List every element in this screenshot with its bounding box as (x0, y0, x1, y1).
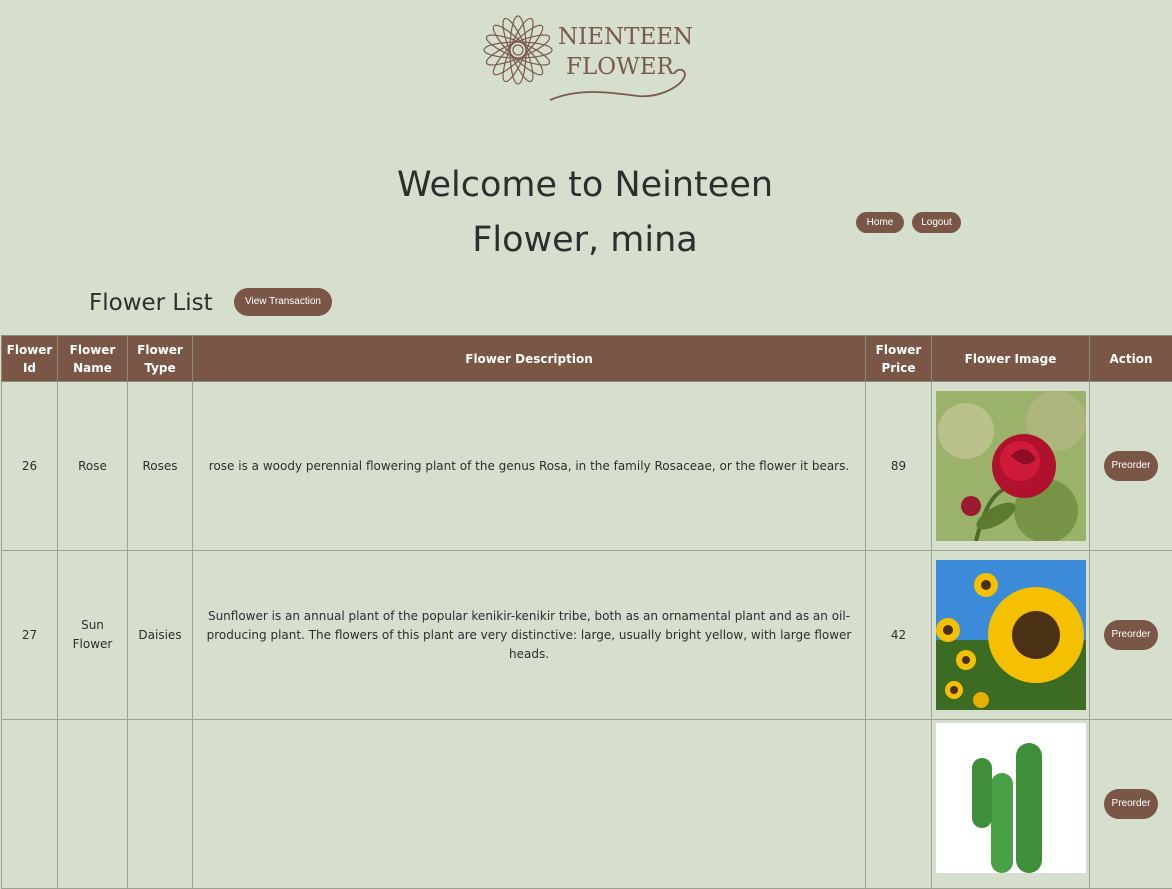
table-row: 26 Rose Roses rose is a woody perennial … (2, 382, 1172, 551)
flower-table: Flower Id Flower Name Flower Type Flower… (1, 335, 1172, 889)
cell-image (932, 382, 1090, 551)
flower-list-title: Flower List (89, 290, 213, 316)
header-flower-id: Flower Id (2, 336, 58, 382)
cell-name: Rose (58, 382, 128, 551)
cell-action: Preorder (1090, 382, 1172, 551)
header-flower-type: Flower Type (128, 336, 193, 382)
cactus-image (936, 723, 1086, 873)
logout-button[interactable]: Logout (912, 212, 961, 233)
brand-line1: NIENTEEN (558, 26, 693, 49)
cell-price: 42 (866, 551, 932, 720)
cell-id: 27 (2, 551, 58, 720)
header-flower-name: Flower Name (58, 336, 128, 382)
cell-name: Sun Flower (58, 551, 128, 720)
cell-type: Roses (128, 382, 193, 551)
preorder-button[interactable]: Preorder (1104, 620, 1158, 650)
cell-type: Daisies (128, 551, 193, 720)
header-flower-price: Flower Price (866, 336, 932, 382)
table-row: 27 Sun Flower Daisies Sunflower is an an… (2, 551, 1172, 720)
header-flower-image: Flower Image (932, 336, 1090, 382)
cell-name (58, 720, 128, 889)
cell-action: Preorder (1090, 720, 1172, 889)
table-row: Preorder (2, 720, 1172, 889)
cell-price: 89 (866, 382, 932, 551)
preorder-button[interactable]: Preorder (1104, 451, 1158, 481)
welcome-heading: Welcome to Neinteen Flower, mina (360, 158, 810, 268)
cell-description (193, 720, 866, 889)
rose-image (936, 391, 1086, 541)
brand-logo: NIENTEEN FLOWER (478, 8, 698, 108)
cell-description: Sunflower is an annual plant of the popu… (193, 551, 866, 720)
cell-id: 26 (2, 382, 58, 551)
cell-image (932, 720, 1090, 889)
cell-id (2, 720, 58, 889)
cell-description: rose is a woody perennial flowering plan… (193, 382, 866, 551)
sunflower-image (936, 560, 1086, 710)
brand-line2: FLOWER (566, 56, 674, 79)
header-flower-description: Flower Description (193, 336, 866, 382)
cell-image (932, 551, 1090, 720)
table-header-row: Flower Id Flower Name Flower Type Flower… (2, 336, 1172, 382)
view-transaction-button[interactable]: View Transaction (234, 288, 332, 316)
preorder-button[interactable]: Preorder (1104, 789, 1158, 819)
home-button[interactable]: Home (856, 212, 904, 233)
cell-type (128, 720, 193, 889)
header-action: Action (1090, 336, 1172, 382)
cell-price (866, 720, 932, 889)
cell-action: Preorder (1090, 551, 1172, 720)
